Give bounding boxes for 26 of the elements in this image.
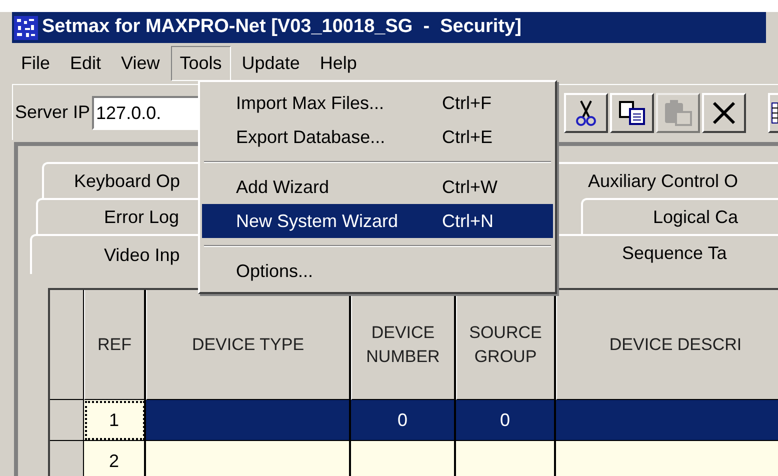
app-icon (14, 16, 38, 40)
menu-option[interactable]: Export Database... Ctrl+E (202, 120, 553, 154)
menu-item[interactable]: Help (310, 46, 366, 81)
close-icon (711, 100, 737, 126)
tab[interactable]: Logical Ca (581, 198, 778, 234)
column-header[interactable]: REF (84, 290, 146, 400)
copy-button[interactable] (610, 92, 654, 132)
column-header[interactable]: DEVICE TYPE (146, 290, 351, 400)
menu-option[interactable]: New System Wizard Ctrl+N (202, 204, 553, 238)
scissors-icon (575, 98, 597, 126)
menu-item[interactable]: File (12, 46, 60, 81)
menu-option[interactable]: Import Max Files... Ctrl+F (202, 86, 553, 120)
server-ip-label: Server IP (15, 101, 90, 124)
menu-item[interactable]: Edit (61, 46, 110, 81)
menu-item[interactable]: Update (232, 46, 309, 81)
paste-icon (663, 98, 693, 126)
delete-button[interactable] (702, 92, 746, 132)
window-title: Setmax for MAXPRO-Net [V03_10018_SG - Security] (42, 15, 522, 40)
table-cell: 0 (351, 400, 456, 441)
table-cell: 0 (456, 400, 556, 441)
column-header[interactable]: DEVICE DESCRI (556, 290, 778, 400)
cut-button[interactable] (564, 92, 608, 132)
table-cell: 1 (84, 400, 146, 441)
copy-icon (618, 100, 646, 126)
menu-item[interactable]: View (112, 46, 169, 81)
row-header (50, 441, 84, 476)
